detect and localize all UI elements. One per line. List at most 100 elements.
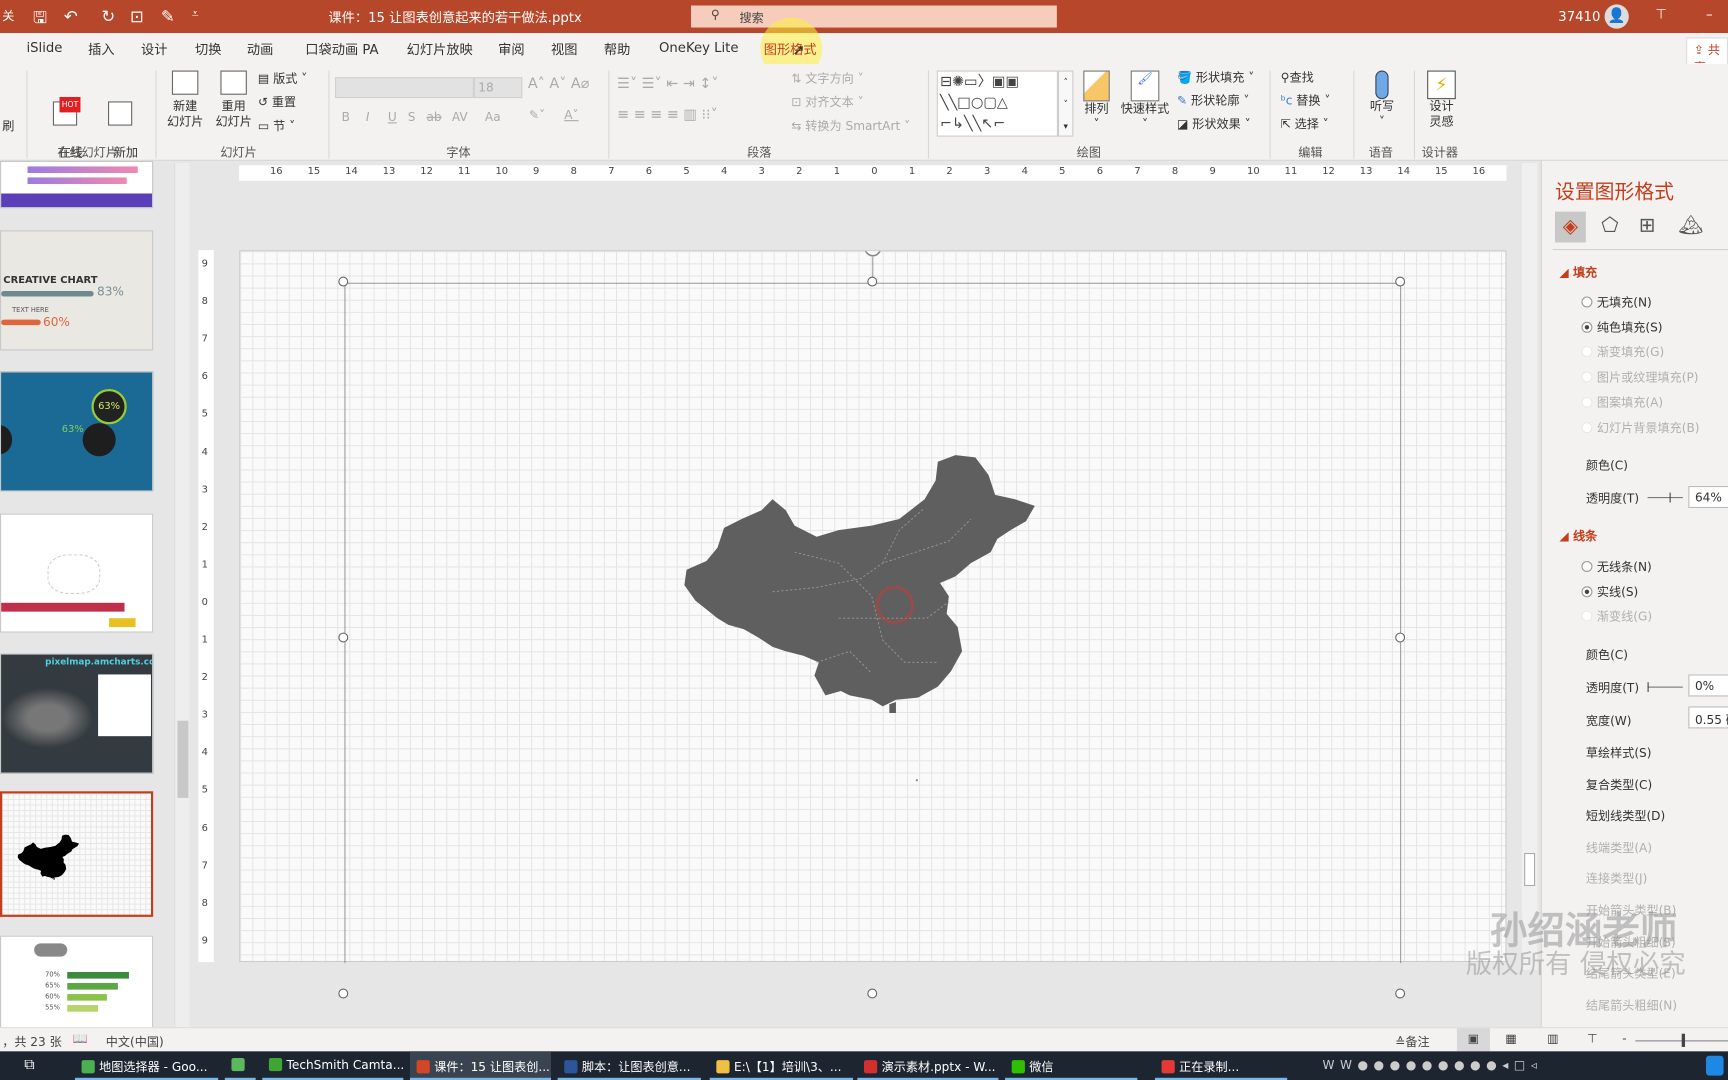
- new-slide-button[interactable]: 新建 幻灯片: [161, 70, 209, 131]
- reuse-slide-button[interactable]: 重用 幻灯片: [209, 70, 257, 131]
- font-size-select[interactable]: 18: [473, 77, 523, 99]
- slide-thumbnail[interactable]: [0, 513, 154, 633]
- tab-design[interactable]: 设计: [141, 40, 167, 59]
- rotate-handle-icon[interactable]: [864, 251, 881, 257]
- tab-review[interactable]: 审阅: [498, 40, 524, 59]
- quick-styles-button[interactable]: 🖌 快速样式 ˅: [1117, 70, 1172, 133]
- dictate-button[interactable]: 听写 ˅: [1362, 70, 1402, 131]
- undo-icon[interactable]: ↶: [64, 7, 78, 27]
- slide-canvas[interactable]: [239, 250, 1507, 964]
- fill-option-radio[interactable]: 无填充(N): [1581, 293, 1652, 311]
- format-painter-icon[interactable]: ✎: [161, 7, 175, 27]
- fill-option-radio[interactable]: 纯色填充(S): [1581, 318, 1663, 336]
- customize-qat-icon[interactable]: ⩡: [192, 7, 199, 22]
- avatar[interactable]: 👤: [1604, 4, 1629, 29]
- select-button[interactable]: ⇱ 选择 ˅: [1281, 117, 1329, 132]
- zoom-out-button[interactable]: -: [1622, 1032, 1626, 1046]
- change-case-button[interactable]: Aa: [485, 110, 501, 125]
- slide-thumbnail[interactable]: CREATIVE CHART 83% TEXT HERE 60%: [0, 230, 154, 351]
- format-painter-partial[interactable]: 刷: [2, 119, 14, 134]
- bullets-numbering-icons[interactable]: ☰˅ ☰˅ ⇤ ⇥ ↕˅: [617, 77, 718, 92]
- picture-tab-icon[interactable]: 🏔: [1678, 214, 1703, 237]
- normal-view-icon[interactable]: ▣: [1456, 1028, 1490, 1052]
- underline-button[interactable]: U: [388, 110, 397, 125]
- redo-icon[interactable]: ↻: [101, 7, 115, 27]
- italic-button[interactable]: I: [366, 110, 370, 125]
- editor-scrollbar[interactable]: [1521, 163, 1538, 970]
- layout-button[interactable]: ▤ 版式 ˅: [258, 72, 307, 87]
- notes-button[interactable]: ≙备注: [1395, 1033, 1429, 1051]
- fill-option-radio[interactable]: 图案填充(A): [1581, 393, 1663, 411]
- notification-icon[interactable]: [1705, 1055, 1724, 1076]
- char-spacing-button[interactable]: AV: [452, 110, 468, 125]
- strikethrough-button[interactable]: ab: [426, 110, 441, 125]
- fill-line-tab-icon[interactable]: ◈: [1554, 211, 1586, 243]
- taskbar-item[interactable]: [224, 1051, 256, 1080]
- tab-islide[interactable]: iSlide: [26, 40, 62, 55]
- resize-handle[interactable]: [1395, 276, 1406, 287]
- save-icon[interactable]: 🖫: [33, 7, 47, 35]
- effects-tab-icon[interactable]: ⬠: [1601, 214, 1618, 237]
- tab-onekey-lite[interactable]: OneKey Lite: [659, 40, 738, 55]
- fill-section-header[interactable]: ◢ 填充: [1559, 263, 1597, 281]
- taskbar-item[interactable]: TechSmith Camta...: [262, 1051, 404, 1080]
- slide-thumbnail-selected[interactable]: [0, 791, 154, 917]
- tab-transitions[interactable]: 切换: [195, 40, 221, 59]
- fill-transparency-input[interactable]: 64%: [1688, 485, 1728, 509]
- taskbar-item[interactable]: 正在录制...: [1154, 1051, 1288, 1080]
- line-width-input[interactable]: 0.55 磅: [1688, 706, 1728, 729]
- size-properties-tab-icon[interactable]: ⊞: [1639, 214, 1656, 237]
- line-section-header[interactable]: ◢ 线条: [1559, 527, 1597, 545]
- font-name-select[interactable]: [335, 77, 474, 99]
- fill-option-radio[interactable]: 图片或纹理填充(P): [1581, 368, 1698, 386]
- resize-handle[interactable]: [1395, 632, 1406, 643]
- line-property-item[interactable]: 结尾箭头粗细(N): [1586, 996, 1677, 1014]
- replace-button[interactable]: ᵇc 替换 ˅: [1281, 94, 1331, 109]
- resize-handle[interactable]: [338, 276, 349, 287]
- present-icon[interactable]: ⊡: [130, 7, 144, 27]
- slide-thumbnail[interactable]: [0, 160, 154, 209]
- shapes-gallery[interactable]: ⊟✺▭〉▣▣ ╲╲□○▢△ ⌐↳╲╲↖⌐: [936, 70, 1058, 137]
- line-option-radio[interactable]: 无线条(N): [1581, 558, 1652, 576]
- line-option-radio[interactable]: 实线(S): [1581, 583, 1638, 601]
- shadow-button[interactable]: S: [408, 110, 416, 125]
- alignment-icons[interactable]: ≡ ≡ ≡ ≡ ▥ ⁝⁝˅: [617, 107, 718, 123]
- tab-view[interactable]: 视图: [551, 40, 577, 59]
- taskbar-item[interactable]: E:\【1】培训\3、...: [709, 1051, 853, 1080]
- slide-thumbnail[interactable]: pixelmap.amcharts.com: [0, 653, 154, 774]
- autosave-toggle[interactable]: 关: [2, 7, 14, 25]
- tab-pocket-animation[interactable]: 口袋动画 PA: [305, 40, 378, 59]
- line-property-item[interactable]: 连接类型(J): [1586, 870, 1648, 888]
- line-transparency-slider[interactable]: [1647, 682, 1683, 693]
- tab-insert[interactable]: 插入: [88, 40, 114, 59]
- slide-thumbnail[interactable]: 63% 63%: [0, 371, 154, 492]
- shape-effects-button[interactable]: ◪ 形状效果 ˅: [1177, 117, 1251, 132]
- ribbon-display-icon[interactable]: ⊤: [1655, 7, 1667, 22]
- tab-shape-format[interactable]: 图形格式: [764, 40, 817, 59]
- font-size-controls[interactable]: A˄ A˅ A⌀: [528, 77, 589, 92]
- task-view-icon[interactable]: ⧉: [24, 1057, 34, 1074]
- line-property-item[interactable]: 复合类型(C): [1586, 775, 1652, 793]
- font-color-icon[interactable]: A˅: [564, 108, 578, 123]
- design-ideas-button[interactable]: ⚡ 设计 灵感: [1422, 70, 1462, 131]
- thumbnails-scrollbar[interactable]: [174, 163, 190, 1028]
- system-tray-icons[interactable]: WW●●●●●●●●●◂□◃: [1322, 1058, 1542, 1072]
- line-transparency-input[interactable]: 0%: [1688, 674, 1728, 697]
- highlight-color-icon[interactable]: ✎˅: [529, 108, 545, 123]
- convert-smartart-button[interactable]: ⇆ 转换为 SmartArt ˅: [791, 119, 910, 134]
- shape-fill-button[interactable]: 🪣 形状填充 ˅: [1177, 71, 1254, 86]
- taskbar-item[interactable]: 地图选择器 - Goo...: [74, 1051, 219, 1080]
- taskbar-item[interactable]: 脚本：让图表创意...: [557, 1051, 701, 1080]
- line-option-radio[interactable]: 渐变线(G): [1581, 608, 1652, 626]
- resize-handle[interactable]: [1395, 988, 1406, 999]
- shapes-gallery-scroll[interactable]: ˄ ˅ ▾: [1057, 70, 1074, 137]
- text-direction-button[interactable]: ⇅ 文字方向 ˅: [791, 72, 863, 87]
- language-indicator[interactable]: 中文(中国): [106, 1033, 164, 1051]
- line-property-item[interactable]: 草绘样式(S): [1586, 744, 1652, 762]
- zoom-slider[interactable]: [1635, 1033, 1728, 1047]
- minimize-icon[interactable]: –: [1706, 7, 1713, 22]
- search-box[interactable]: ⚲ 搜索: [690, 5, 1057, 28]
- taskbar-item[interactable]: 微信: [1005, 1051, 1138, 1080]
- line-property-item[interactable]: 线端类型(A): [1586, 838, 1652, 856]
- tab-animations[interactable]: 动画: [247, 40, 273, 59]
